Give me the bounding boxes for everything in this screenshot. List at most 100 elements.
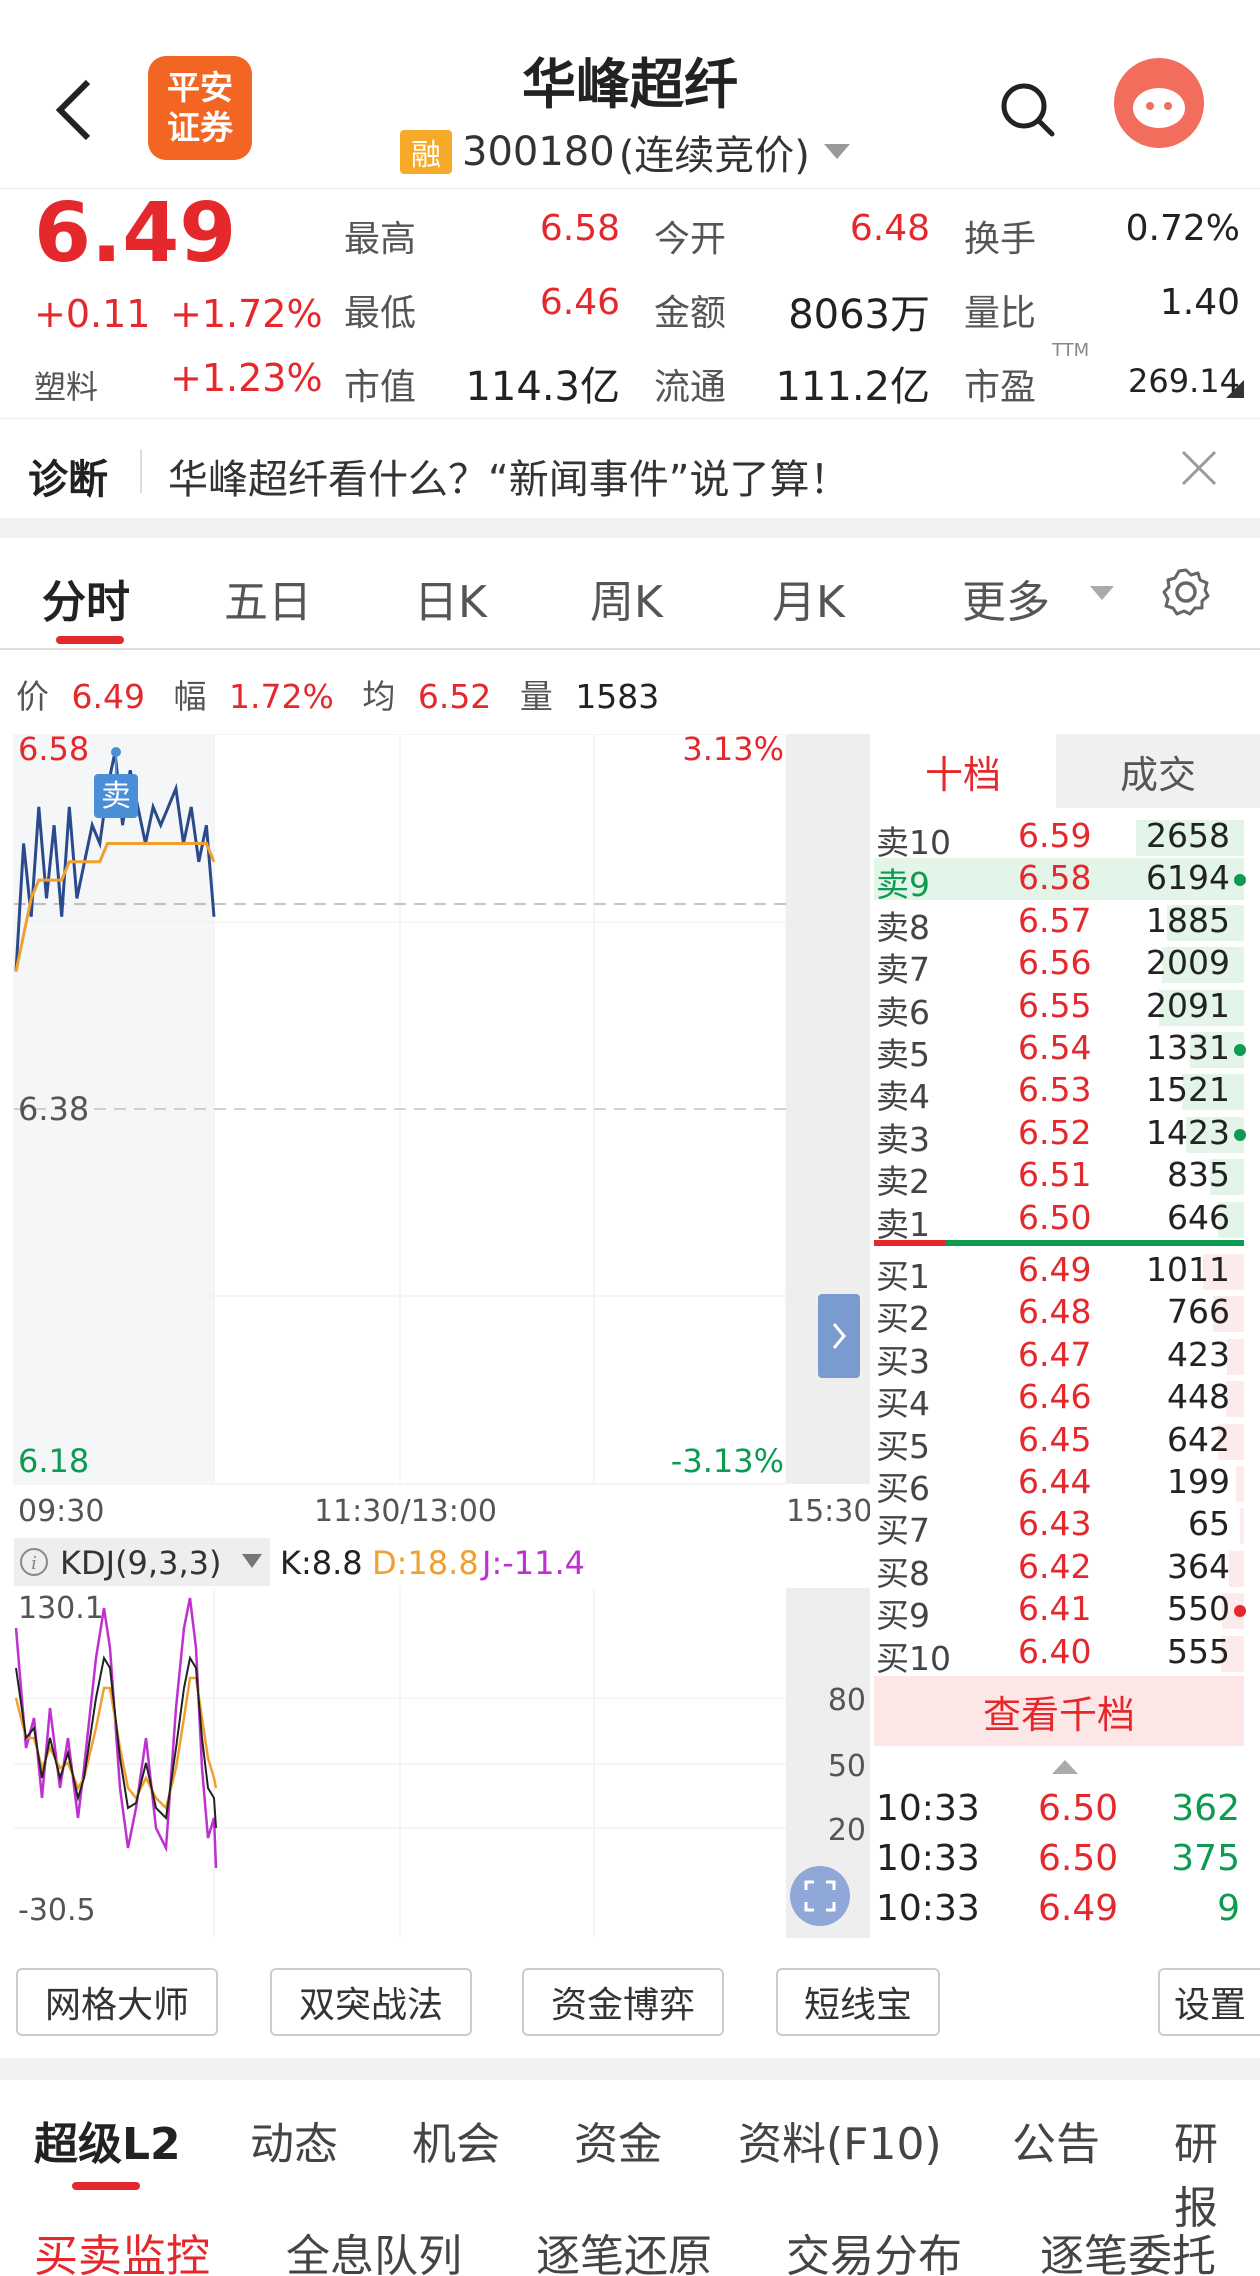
tab-ten-levels[interactable]: 十档 <box>870 734 1056 808</box>
ask-level-row[interactable]: 卖8 6.57 1885 <box>874 901 1244 947</box>
ask-level-row[interactable]: 卖1 6.50 646 <box>874 1198 1244 1244</box>
bid-level-row[interactable]: 买2 6.48 766 <box>874 1292 1244 1338</box>
stat-label: 市值 <box>344 367 417 408</box>
tab-trades[interactable]: 成交 <box>1056 734 1260 808</box>
level-label: 卖2 <box>876 1162 930 1202</box>
fullscreen-icon[interactable] <box>790 1866 850 1926</box>
tab-f10[interactable]: 资料(F10) <box>738 2108 942 2172</box>
diagnosis-banner[interactable]: 诊断 华峰超纤看什么？“新闻事件”说了算！ <box>0 418 1260 518</box>
stat-value-low: 6.46 <box>539 282 620 323</box>
double-breakout-button[interactable]: 双突战法 <box>270 1968 472 2036</box>
level-volume: 1011 <box>1146 1250 1230 1289</box>
stock-code-selector[interactable]: 融 300180 (连续竞价) <box>400 124 852 180</box>
trade-time: 10:33 <box>876 1888 980 1929</box>
sell-marker[interactable]: 卖 <box>101 779 131 814</box>
collapse-up-icon[interactable] <box>1050 1756 1080 1776</box>
level-volume: 766 <box>1167 1292 1230 1332</box>
level-volume: 2658 <box>1146 816 1230 855</box>
tab-more[interactable]: 更多 <box>962 566 1050 630</box>
ask-level-row[interactable]: 卖4 6.53 1521 <box>874 1070 1244 1116</box>
tab-intraday[interactable]: 分时 <box>42 566 130 630</box>
info-icon[interactable]: i <box>18 1546 50 1578</box>
ask-level-row[interactable]: 卖7 6.56 2009 <box>874 943 1244 989</box>
level-volume: 1423 <box>1146 1112 1230 1152</box>
price-change: +0.11 <box>34 292 151 336</box>
kdj-chart[interactable]: 130.1 -30.5 80 50 20 <box>0 1588 870 1944</box>
tab-daily-k[interactable]: 日K <box>414 566 487 630</box>
level-price: 6.41 <box>1018 1589 1092 1629</box>
grid-master-button[interactable]: 网格大师 <box>16 1968 218 2036</box>
pct-label-bottom: -3.13% <box>671 1442 784 1480</box>
bid-level-row[interactable]: 买9 6.41 550 <box>874 1589 1246 1635</box>
level-label: 卖5 <box>876 1035 930 1074</box>
search-icon[interactable] <box>998 80 1058 140</box>
caret-down-icon <box>823 144 850 159</box>
expand-orderbook-button[interactable] <box>818 1294 860 1378</box>
kdj-level-50: 50 <box>828 1749 866 1784</box>
subtab-tick-replay[interactable]: 逐笔还原 <box>536 2220 712 2276</box>
tab-super-l2[interactable]: 超级L2 <box>34 2108 181 2172</box>
stat-value-amount: 8063万 <box>788 292 930 338</box>
bid-level-row[interactable]: 买8 6.42 364 <box>874 1547 1244 1593</box>
bid-level-row[interactable]: 买3 6.47 423 <box>874 1335 1244 1381</box>
diagnosis-text[interactable]: 华峰超纤看什么？“新闻事件”说了算！ <box>168 447 849 505</box>
level-volume: 6194 <box>1146 858 1230 898</box>
volume-bar <box>1236 1466 1244 1502</box>
chart-info-bar: 价 6.49 幅 1.72% 均 6.52 量 1583 <box>16 670 659 718</box>
info-label: 量 <box>519 677 553 716</box>
tab-weekly-k[interactable]: 周K <box>590 566 663 630</box>
sector-name[interactable]: 塑料 <box>34 362 98 408</box>
level-price: 6.55 <box>1018 985 1092 1025</box>
tab-announcements[interactable]: 公告 <box>1012 2108 1100 2172</box>
bid-level-row[interactable]: 买1 6.49 1011 <box>874 1250 1244 1296</box>
stat-label: 市盈 <box>964 367 1037 408</box>
ask-level-row[interactable]: 卖5 6.54 1331 <box>874 1028 1246 1074</box>
tab-5day[interactable]: 五日 <box>224 566 312 630</box>
level-volume: 65 <box>1188 1504 1230 1544</box>
subtab-tick-orders[interactable]: 逐笔委托 <box>1040 2220 1216 2276</box>
view-depth-button[interactable]: 查看千档 <box>874 1676 1244 1746</box>
capital-game-button[interactable]: 资金博弈 <box>522 1968 724 2036</box>
ask-level-row[interactable]: 卖3 6.52 1423 <box>874 1112 1246 1159</box>
trade-volume: 362 <box>1171 1788 1240 1829</box>
bid-level-row[interactable]: 买7 6.43 65 <box>874 1504 1244 1550</box>
trade-row: 10:33 6.50 362 <box>876 1788 1240 1838</box>
trade-price: 6.50 <box>1038 1788 1119 1829</box>
level-label: 卖1 <box>876 1204 930 1244</box>
assistant-avatar-icon[interactable] <box>1114 58 1204 148</box>
ask-level-row[interactable]: 卖9 6.58 6194 <box>874 858 1246 904</box>
trade-price: 6.49 <box>1038 1888 1119 1929</box>
tab-capital[interactable]: 资金 <box>574 2108 662 2172</box>
level-label: 买6 <box>876 1469 930 1508</box>
intraday-chart[interactable]: 卖 6.58 6.38 6.18 3.13% -3.13% <box>0 734 870 1534</box>
bid-level-row[interactable]: 买6 6.44 199 <box>874 1462 1244 1508</box>
bid-level-row[interactable]: 买4 6.46 448 <box>874 1377 1244 1423</box>
tab-monthly-k[interactable]: 月K <box>772 566 845 630</box>
subtab-trade-distribution[interactable]: 交易分布 <box>786 2220 962 2276</box>
close-icon[interactable] <box>1180 449 1218 487</box>
tab-opportunity[interactable]: 机会 <box>412 2108 500 2172</box>
ask-level-row[interactable]: 卖10 6.59 2658 <box>874 816 1244 862</box>
short-term-button[interactable]: 短线宝 <box>776 1968 940 2036</box>
level-volume: 448 <box>1167 1377 1230 1417</box>
level-volume: 199 <box>1167 1462 1230 1501</box>
ask-level-row[interactable]: 卖2 6.51 835 <box>874 1155 1244 1201</box>
subtab-queue[interactable]: 全息队列 <box>286 2220 462 2276</box>
stat-value-turnover: 0.72% <box>1125 208 1240 249</box>
section-separator <box>0 2058 1260 2080</box>
stat-label: 今开 <box>654 219 727 260</box>
trade-row: 10:33 6.49 9 <box>876 1888 1240 1938</box>
kdj-label[interactable]: KDJ(9,3,3) <box>60 1544 221 1582</box>
tab-research[interactable]: 研报 <box>1174 2108 1260 2236</box>
settings-button[interactable]: 设置 <box>1158 1968 1260 2036</box>
ask-level-row[interactable]: 卖6 6.55 2091 <box>874 985 1244 1032</box>
bid-level-row[interactable]: 买5 6.45 642 <box>874 1420 1244 1466</box>
tab-news-feed[interactable]: 动态 <box>250 2108 338 2172</box>
info-label: 幅 <box>173 677 207 716</box>
section-separator <box>0 518 1260 538</box>
subtab-trade-monitor[interactable]: 买卖监控 <box>34 2220 210 2276</box>
bid-level-row[interactable]: 买10 6.40 555 <box>874 1632 1244 1678</box>
info-label: 价 <box>16 677 49 716</box>
corner-triangle-icon <box>1226 380 1244 398</box>
gear-icon[interactable] <box>1160 566 1212 618</box>
